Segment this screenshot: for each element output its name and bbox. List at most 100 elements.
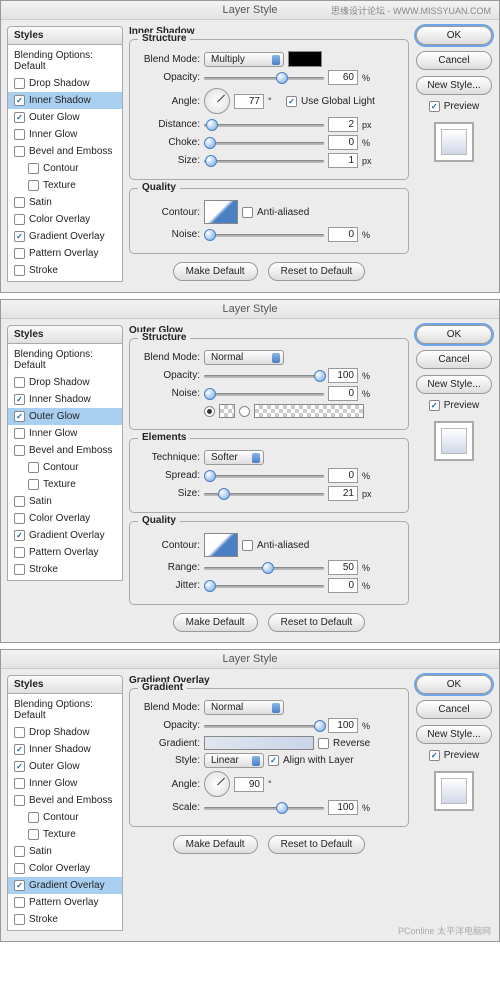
fx-texture[interactable]: Texture bbox=[8, 826, 122, 843]
style-select[interactable]: Linear bbox=[204, 753, 264, 768]
scale-slider[interactable] bbox=[204, 801, 324, 815]
fx-stroke[interactable]: Stroke bbox=[8, 911, 122, 928]
ok-button[interactable]: OK bbox=[416, 26, 492, 45]
noise-input[interactable]: 0 bbox=[328, 386, 358, 401]
noise-slider[interactable] bbox=[204, 228, 324, 242]
jitter-slider[interactable] bbox=[204, 579, 324, 593]
fx-drop-shadow[interactable]: Drop Shadow bbox=[8, 75, 122, 92]
fx-pattern-overlay[interactable]: Pattern Overlay bbox=[8, 544, 122, 561]
opacity-input[interactable]: 100 bbox=[328, 368, 358, 383]
styles-header[interactable]: Styles bbox=[7, 26, 123, 45]
checkbox-icon[interactable] bbox=[14, 914, 25, 925]
size-input[interactable]: 1 bbox=[328, 153, 358, 168]
distance-input[interactable]: 2 bbox=[328, 117, 358, 132]
checkbox-icon[interactable] bbox=[14, 880, 25, 891]
fx-bevel-emboss[interactable]: Bevel and Emboss bbox=[8, 442, 122, 459]
color-swatch[interactable] bbox=[288, 51, 322, 67]
fx-pattern-overlay[interactable]: Pattern Overlay bbox=[8, 894, 122, 911]
checkbox-icon[interactable] bbox=[14, 761, 25, 772]
spread-input[interactable]: 0 bbox=[328, 468, 358, 483]
blend-mode-select[interactable]: Normal bbox=[204, 350, 284, 365]
jitter-input[interactable]: 0 bbox=[328, 578, 358, 593]
checkbox-icon[interactable] bbox=[14, 547, 25, 558]
styles-header[interactable]: Styles bbox=[7, 325, 123, 344]
size-input[interactable]: 21 bbox=[328, 486, 358, 501]
reverse-checkbox[interactable] bbox=[318, 738, 329, 749]
opacity-input[interactable]: 60 bbox=[328, 70, 358, 85]
checkbox-icon[interactable] bbox=[14, 778, 25, 789]
checkbox-icon[interactable] bbox=[14, 248, 25, 259]
gradient-radio[interactable] bbox=[239, 406, 250, 417]
ok-button[interactable]: OK bbox=[416, 325, 492, 344]
fx-stroke[interactable]: Stroke bbox=[8, 262, 122, 279]
checkbox-icon[interactable] bbox=[14, 129, 25, 140]
opacity-slider[interactable] bbox=[204, 71, 324, 85]
choke-input[interactable]: 0 bbox=[328, 135, 358, 150]
fx-inner-glow[interactable]: Inner Glow bbox=[8, 425, 122, 442]
angle-dial[interactable] bbox=[204, 88, 230, 114]
checkbox-icon[interactable] bbox=[28, 812, 39, 823]
checkbox-icon[interactable] bbox=[14, 863, 25, 874]
make-default-button[interactable]: Make Default bbox=[173, 835, 258, 854]
spread-slider[interactable] bbox=[204, 469, 324, 483]
blending-options[interactable]: Blending Options: Default bbox=[8, 696, 122, 724]
checkbox-icon[interactable] bbox=[14, 231, 25, 242]
checkbox-icon[interactable] bbox=[14, 112, 25, 123]
distance-slider[interactable] bbox=[204, 118, 324, 132]
fx-color-overlay[interactable]: Color Overlay bbox=[8, 860, 122, 877]
checkbox-icon[interactable] bbox=[28, 163, 39, 174]
checkbox-icon[interactable] bbox=[14, 411, 25, 422]
checkbox-icon[interactable] bbox=[14, 445, 25, 456]
checkbox-icon[interactable] bbox=[14, 744, 25, 755]
align-layer-checkbox[interactable] bbox=[268, 755, 279, 766]
contour-picker[interactable] bbox=[204, 200, 238, 224]
styles-header[interactable]: Styles bbox=[7, 675, 123, 694]
fx-satin[interactable]: Satin bbox=[8, 843, 122, 860]
fx-color-overlay[interactable]: Color Overlay bbox=[8, 211, 122, 228]
preview-checkbox[interactable] bbox=[429, 101, 440, 112]
fx-contour[interactable]: Contour bbox=[8, 459, 122, 476]
blend-mode-select[interactable]: Normal bbox=[204, 700, 284, 715]
blend-mode-select[interactable]: Multiply bbox=[204, 52, 284, 67]
range-slider[interactable] bbox=[204, 561, 324, 575]
fx-color-overlay[interactable]: Color Overlay bbox=[8, 510, 122, 527]
reset-default-button[interactable]: Reset to Default bbox=[268, 613, 366, 632]
fx-pattern-overlay[interactable]: Pattern Overlay bbox=[8, 245, 122, 262]
opacity-slider[interactable] bbox=[204, 369, 324, 383]
choke-slider[interactable] bbox=[204, 136, 324, 150]
cancel-button[interactable]: Cancel bbox=[416, 700, 492, 719]
checkbox-icon[interactable] bbox=[14, 265, 25, 276]
fx-outer-glow[interactable]: Outer Glow bbox=[8, 408, 122, 425]
checkbox-icon[interactable] bbox=[14, 846, 25, 857]
fx-inner-shadow[interactable]: Inner Shadow bbox=[8, 741, 122, 758]
scale-input[interactable]: 100 bbox=[328, 800, 358, 815]
checkbox-icon[interactable] bbox=[28, 180, 39, 191]
cancel-button[interactable]: Cancel bbox=[416, 350, 492, 369]
ok-button[interactable]: OK bbox=[416, 675, 492, 694]
checkbox-icon[interactable] bbox=[14, 428, 25, 439]
checkbox-icon[interactable] bbox=[28, 829, 39, 840]
checkbox-icon[interactable] bbox=[14, 214, 25, 225]
fx-stroke[interactable]: Stroke bbox=[8, 561, 122, 578]
checkbox-icon[interactable] bbox=[14, 795, 25, 806]
size-slider[interactable] bbox=[204, 154, 324, 168]
make-default-button[interactable]: Make Default bbox=[173, 262, 258, 281]
angle-input[interactable]: 90 bbox=[234, 777, 264, 792]
fx-inner-shadow[interactable]: Inner Shadow bbox=[8, 391, 122, 408]
contour-picker[interactable] bbox=[204, 533, 238, 557]
new-style-button[interactable]: New Style... bbox=[416, 725, 492, 744]
technique-select[interactable]: Softer bbox=[204, 450, 264, 465]
make-default-button[interactable]: Make Default bbox=[173, 613, 258, 632]
checkbox-icon[interactable] bbox=[14, 377, 25, 388]
color-radio[interactable] bbox=[204, 406, 215, 417]
cancel-button[interactable]: Cancel bbox=[416, 51, 492, 70]
fx-drop-shadow[interactable]: Drop Shadow bbox=[8, 374, 122, 391]
reset-default-button[interactable]: Reset to Default bbox=[268, 262, 366, 281]
antialias-checkbox[interactable] bbox=[242, 207, 253, 218]
fx-gradient-overlay[interactable]: Gradient Overlay bbox=[8, 877, 122, 894]
reset-default-button[interactable]: Reset to Default bbox=[268, 835, 366, 854]
fx-contour[interactable]: Contour bbox=[8, 160, 122, 177]
checkbox-icon[interactable] bbox=[14, 727, 25, 738]
blending-options[interactable]: Blending Options: Default bbox=[8, 346, 122, 374]
fx-gradient-overlay[interactable]: Gradient Overlay bbox=[8, 527, 122, 544]
